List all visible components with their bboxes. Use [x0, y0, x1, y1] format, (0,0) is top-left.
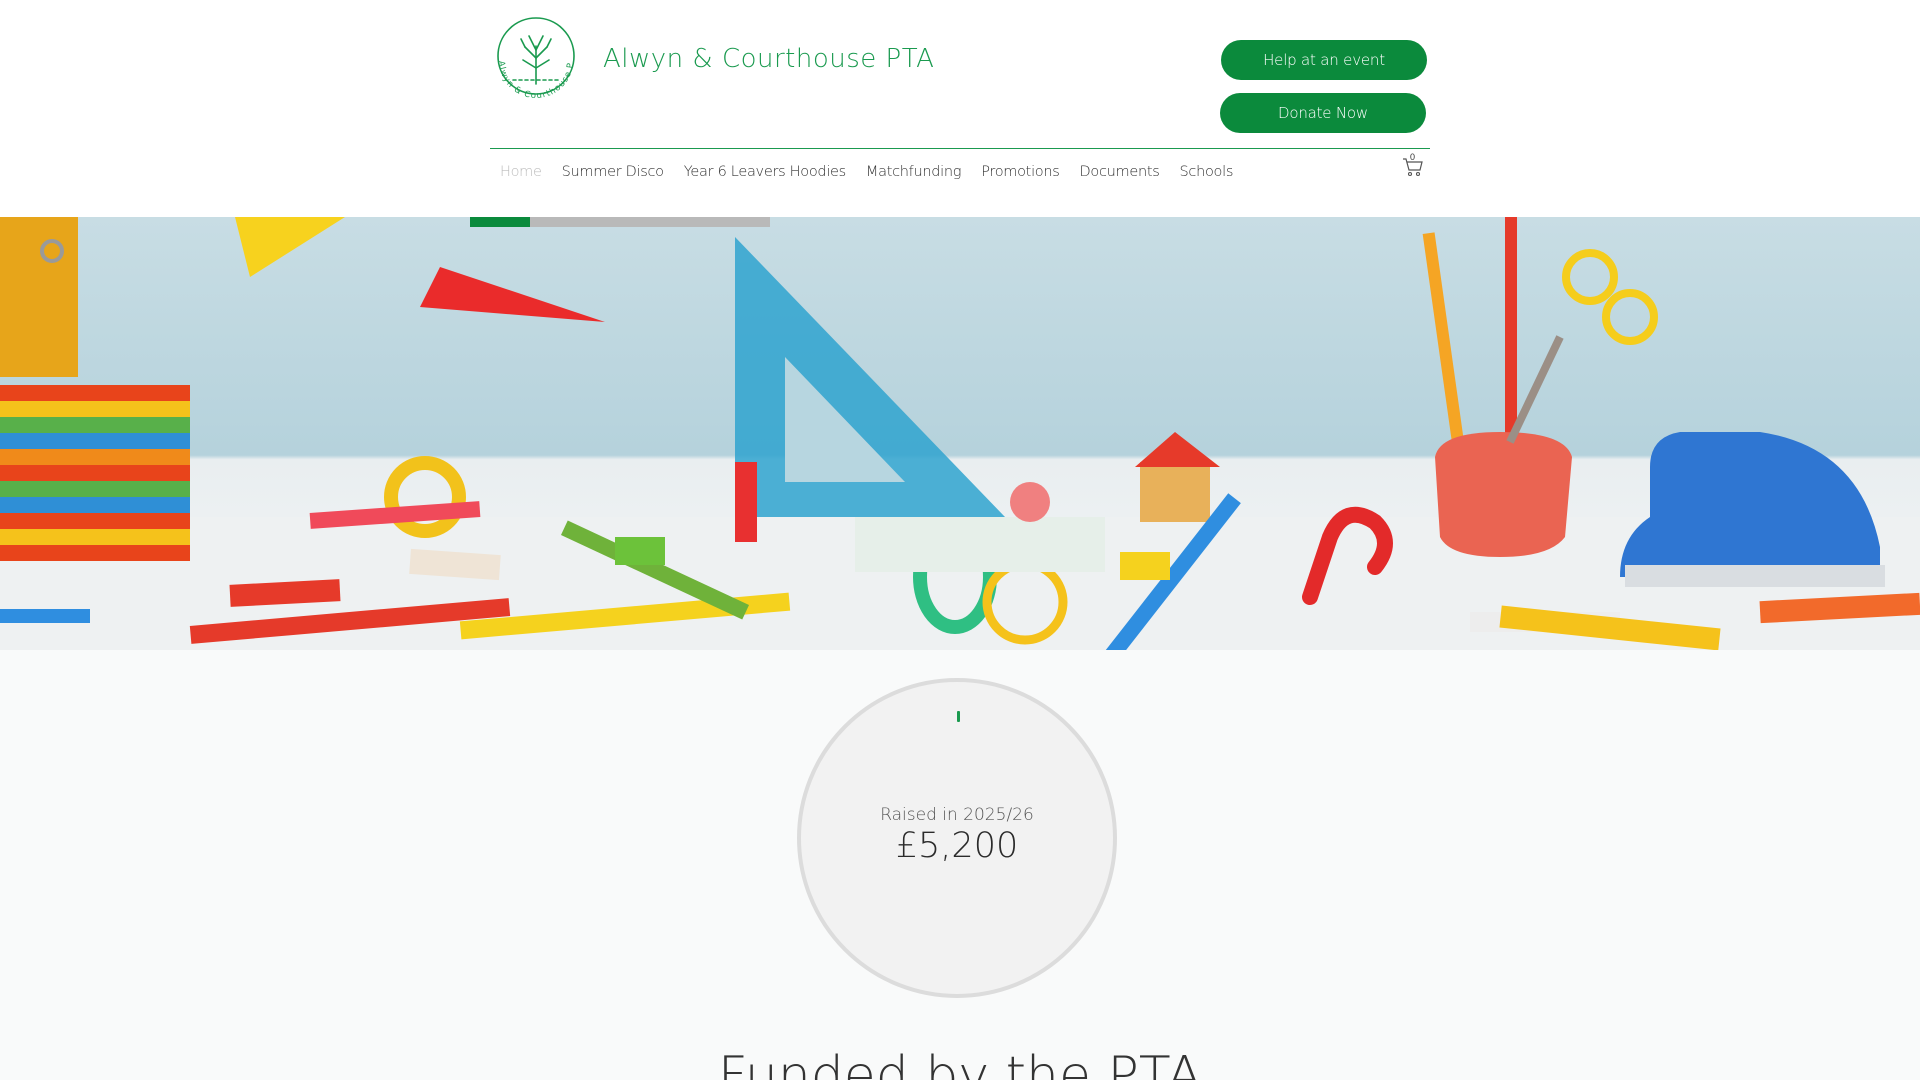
raised-amount: £5,200: [895, 826, 1019, 866]
cart-count: 0: [1410, 152, 1416, 162]
nav-item-documents[interactable]: Documents: [1070, 164, 1170, 180]
raised-label: Raised in 2025/26: [880, 805, 1034, 825]
site-header: Alwyn & Courthouse PTA Alwyn & Courthous…: [0, 0, 1920, 217]
nav-item-matchfunding[interactable]: Matchfunding: [856, 164, 971, 180]
nav-item-home[interactable]: Home: [490, 164, 552, 180]
pta-logo[interactable]: Alwyn & Courthouse PTA: [483, 14, 589, 108]
help-at-event-button[interactable]: Help at an event: [1221, 40, 1427, 80]
header-divider: [490, 148, 1430, 149]
main-nav: Home Summer Disco Year 6 Leavers Hoodies…: [490, 160, 1243, 184]
donate-now-button[interactable]: Donate Now: [1220, 93, 1426, 133]
funded-by-pta-heading: Funded by the PTA: [717, 1046, 1203, 1080]
fundraising-progress-marker: [957, 711, 960, 722]
hero-slideshow[interactable]: [0, 217, 1920, 650]
hero-stationery-image: [0, 217, 1920, 650]
site-title[interactable]: Alwyn & Courthouse PTA: [603, 44, 934, 74]
slideshow-progress-fill: [470, 217, 530, 227]
cart-button[interactable]: 0: [1401, 152, 1425, 178]
nav-item-year6-hoodies[interactable]: Year 6 Leavers Hoodies: [674, 164, 856, 180]
nav-item-promotions[interactable]: Promotions: [971, 164, 1069, 180]
svg-text:Alwyn & Courthouse PTA: Alwyn & Courthouse PTA: [483, 14, 576, 101]
nav-item-summer-disco[interactable]: Summer Disco: [552, 164, 674, 180]
slideshow-progress: [470, 217, 770, 227]
nav-item-schools[interactable]: Schools: [1170, 164, 1244, 180]
